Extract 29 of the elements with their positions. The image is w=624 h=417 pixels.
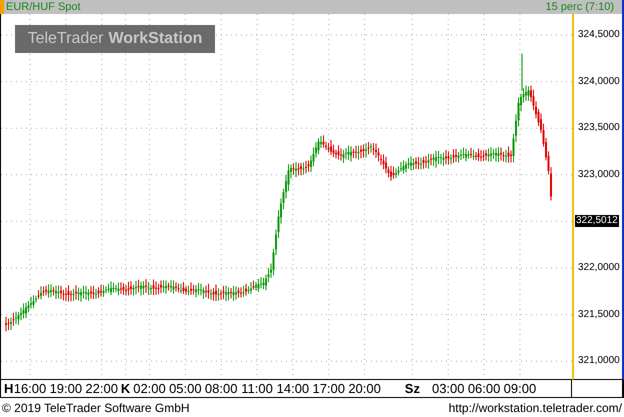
time-label: 17:00 [312, 381, 346, 396]
time-label: 03:00 [432, 381, 465, 396]
price-tick: 323,5000 [578, 122, 620, 134]
price-tick: 323,0000 [578, 168, 620, 181]
day-label: H [4, 381, 14, 396]
day-label: Sz [404, 381, 420, 396]
price-tick: 324,5000 [578, 29, 620, 41]
time-label: 20:00 [348, 381, 381, 396]
instrument-name: EUR/HUF Spot [6, 1, 81, 13]
time-label: 22:00 [85, 381, 118, 396]
price-tick: 321,5000 [578, 308, 620, 321]
website-link[interactable]: http://workstation.teletrader.com/ [448, 400, 622, 414]
time-label: 19:00 [50, 381, 82, 396]
time-label: 05:00 [169, 381, 202, 396]
time-label: 11:00 [241, 381, 273, 396]
day-label: K [120, 381, 130, 396]
last-price-label: 322,5012 [575, 215, 619, 228]
logo: TeleTrader WorkStation [15, 25, 215, 53]
time-label: 14:00 [276, 381, 310, 396]
time-label: 16:00 [14, 381, 46, 396]
time-label: 08:00 [204, 381, 238, 396]
price-tick: 321,0000 [578, 355, 620, 368]
price-tick: 322,0000 [578, 262, 620, 274]
time-label: 09:00 [504, 381, 536, 396]
time-label: 02:00 [133, 381, 166, 396]
time-label: 06:00 [468, 381, 500, 396]
interval-label: 15 perc (7:10) [546, 1, 614, 13]
price-tick: 324,0000 [578, 76, 620, 88]
copyright-text: © 2019 TeleTrader Software GmbH [2, 400, 190, 414]
